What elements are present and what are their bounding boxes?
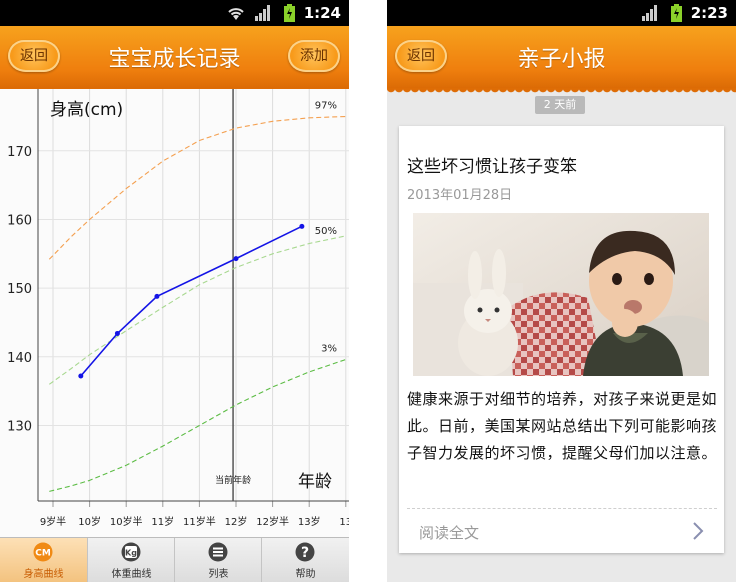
title-bar: 返回 亲子小报 xyxy=(387,26,736,94)
page-title: 亲子小报 xyxy=(517,47,606,72)
height-data-point xyxy=(299,223,305,229)
svg-text:CM: CM xyxy=(35,549,51,559)
x-tick-label: 12岁半 xyxy=(256,515,289,528)
height-growth-chart[interactable]: 130 140 150 160 170 9岁半 10岁 10岁半 11岁 11岁半 12岁 12岁半 1… xyxy=(0,89,349,535)
status-bar: 1:24 xyxy=(0,0,349,26)
title-bar: 返回 宝宝成长记录 添加 xyxy=(0,26,349,94)
bottom-tab-bar: CM 身高曲线 Kg 体重曲线 列表 ? 帮助 xyxy=(0,537,349,582)
article-photo xyxy=(413,213,709,376)
wifi-icon xyxy=(228,8,244,20)
signal-icon xyxy=(255,5,270,21)
x-tick-label: 11岁半 xyxy=(183,515,216,528)
y-tick-label: 150 xyxy=(7,282,32,297)
growth-record-screen: 1:24 返回 宝宝成长记录 添加 130 140 150 160 170 9岁半 10岁 1… xyxy=(0,0,349,582)
height-data-point xyxy=(154,293,160,299)
status-bar: 2:23 xyxy=(387,0,736,26)
x-tick-label: 12岁 xyxy=(225,515,248,528)
x-tick-label: 13 xyxy=(339,517,349,528)
x-tick-label: 9岁半 xyxy=(40,515,66,528)
height-data-point xyxy=(78,373,84,379)
tab-label: 体重曲线 xyxy=(111,569,152,580)
y-tick-label: 170 xyxy=(7,145,32,160)
x-tick-label: 11岁 xyxy=(151,515,174,528)
height-data-point xyxy=(233,256,239,262)
tab-label: 列表 xyxy=(208,569,229,580)
x-tick-label: 10岁半 xyxy=(110,515,143,528)
article-date: 2013年01月28日 xyxy=(407,188,513,203)
tab-height-curve[interactable]: CM 身高曲线 xyxy=(0,538,87,582)
percentile-label: 97% xyxy=(315,100,337,111)
title-bar-edge xyxy=(387,88,736,94)
status-time: 2:23 xyxy=(690,4,728,22)
chart-background xyxy=(0,89,349,535)
x-tick-label: 10岁 xyxy=(78,515,101,528)
x-tick-label: 13岁 xyxy=(298,515,321,528)
add-button[interactable]: 添加 xyxy=(288,40,340,72)
tab-help[interactable]: ? 帮助 xyxy=(262,538,349,582)
help-icon: ? xyxy=(295,542,315,562)
tab-weight-curve[interactable]: Kg 体重曲线 xyxy=(88,538,175,582)
divider xyxy=(407,508,717,509)
y-tick-label: 130 xyxy=(7,419,32,434)
y-tick-label: 140 xyxy=(7,351,32,366)
article-card[interactable]: 这些坏习惯让孩子变笨 2013年01月28日 健康来源于对细节的培养，对孩子来说… xyxy=(399,126,724,553)
y-axis-label: 身高(cm) xyxy=(50,100,123,120)
percentile-label: 50% xyxy=(315,226,337,237)
status-time: 1:24 xyxy=(303,4,341,22)
current-age-label: 当前年龄 xyxy=(215,474,251,486)
tab-list[interactable]: 列表 xyxy=(175,538,262,582)
time-ago-badge: 2 天前 xyxy=(535,96,585,114)
percentile-label: 3% xyxy=(321,344,337,355)
x-axis-label: 年龄 xyxy=(298,472,332,492)
signal-icon xyxy=(642,5,657,21)
ruler-icon: CM xyxy=(33,542,53,562)
height-data-point xyxy=(114,330,120,336)
article-body: 健康来源于对细节的培养，对孩子来说更是如此。日前，美国某网站总结出下列可能影响孩… xyxy=(407,390,718,462)
article-title: 这些坏习惯让孩子变笨 xyxy=(407,157,577,177)
tab-label: 帮助 xyxy=(295,569,316,580)
scale-icon: Kg xyxy=(121,542,141,562)
y-tick-label: 160 xyxy=(7,213,32,228)
svg-text:?: ? xyxy=(301,545,309,561)
list-icon xyxy=(208,542,228,562)
battery-charging-icon xyxy=(671,4,682,22)
battery-charging-icon xyxy=(284,4,295,22)
chevron-right-icon[interactable] xyxy=(691,520,705,542)
parenting-news-screen: 2:23 返回 亲子小报 2 天前 这些坏习惯让孩子变笨 2013年01月28日 xyxy=(387,0,736,582)
tab-label: 身高曲线 xyxy=(23,569,64,580)
svg-text:Kg: Kg xyxy=(125,549,137,558)
read-more-link[interactable]: 阅读全文 xyxy=(419,522,479,543)
